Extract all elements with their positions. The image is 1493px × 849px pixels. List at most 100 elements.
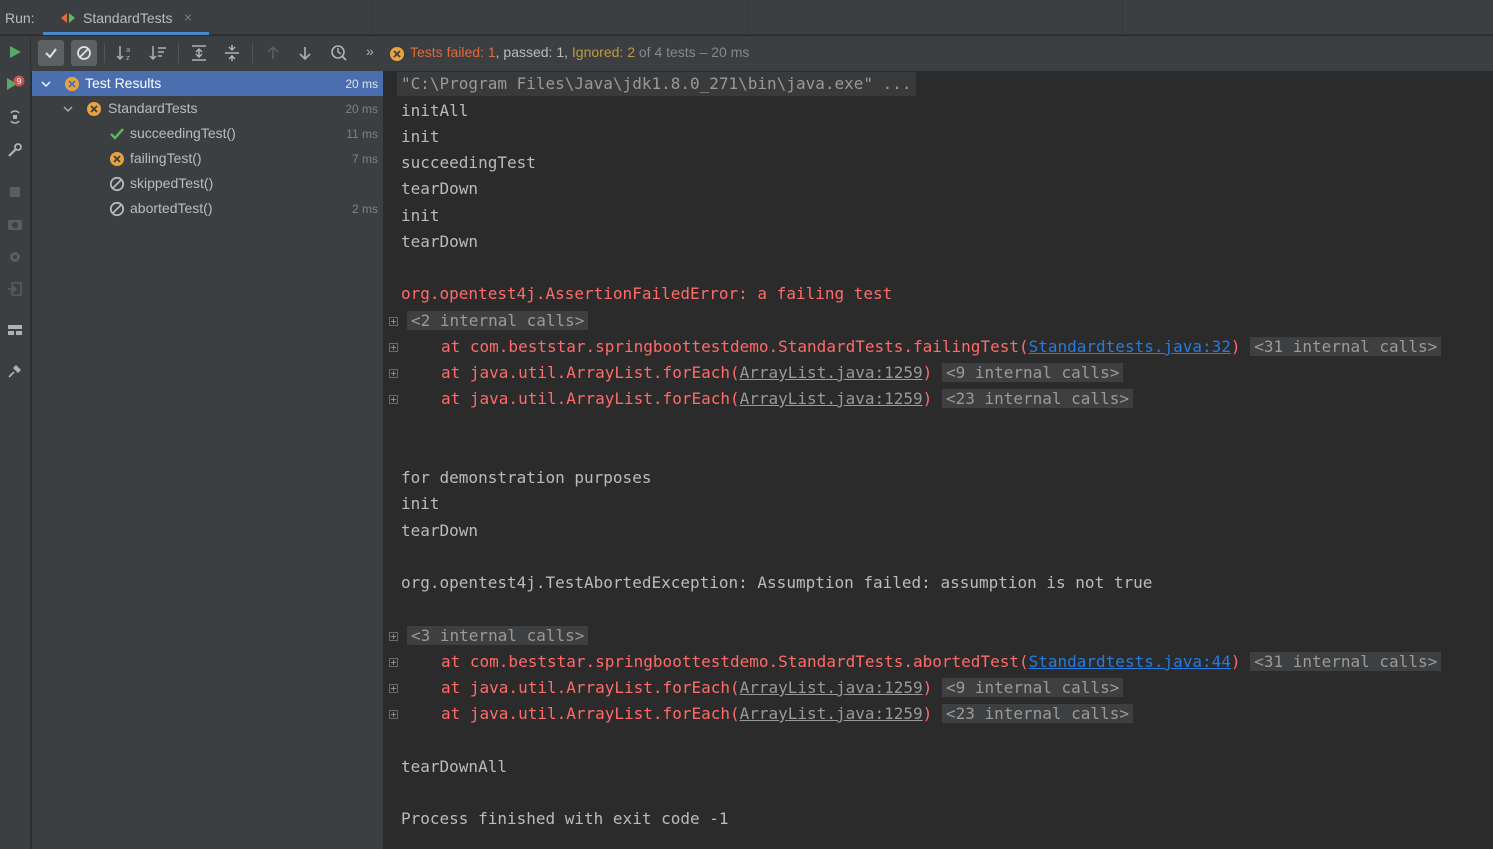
- expand-icon[interactable]: [389, 710, 398, 719]
- failed-status-icon: [390, 47, 404, 61]
- stop-icon[interactable]: [4, 181, 26, 203]
- previous-failed-test-button[interactable]: [260, 40, 286, 66]
- expand-icon[interactable]: [389, 317, 398, 326]
- stack-trace-line: at java.util.ArrayList.forEach(ArrayList…: [441, 387, 1133, 411]
- test-status-summary: Tests failed: 1, passed: 1, Ignored: 2 o…: [410, 44, 749, 60]
- check-icon: [45, 48, 57, 59]
- exception-line: org.opentest4j.TestAbortedException: Ass…: [401, 573, 1153, 592]
- test-runner-toolbar: az » Tests failed: 1, passed: 1, Ignored…: [31, 36, 1493, 71]
- chevron-down-icon[interactable]: [40, 78, 52, 90]
- failed-icon: [65, 77, 79, 91]
- junit-run-config-icon: [61, 13, 75, 23]
- exit-icon[interactable]: [4, 278, 26, 300]
- source-link[interactable]: Standardtests.java:44: [1029, 652, 1231, 671]
- pin-icon[interactable]: [4, 360, 26, 382]
- source-link[interactable]: Standardtests.java:32: [1029, 337, 1231, 356]
- console-line: tearDownAll: [401, 757, 507, 776]
- expand-all-button[interactable]: [186, 40, 212, 66]
- internal-calls-fold[interactable]: <3 internal calls>: [407, 624, 589, 648]
- internal-calls-fold[interactable]: <2 internal calls>: [407, 309, 589, 333]
- stack-frame: at java.util.ArrayList.forEach(: [441, 389, 740, 408]
- console-line: init: [401, 494, 440, 513]
- settings-icon[interactable]: [4, 139, 26, 161]
- failed-label: Tests failed:: [410, 44, 484, 60]
- tree-node-label: StandardTests: [108, 100, 198, 116]
- source-link[interactable]: ArrayList.java:1259: [740, 389, 923, 408]
- sort-alphabetically-button[interactable]: az: [112, 40, 138, 66]
- expand-icon[interactable]: [389, 684, 398, 693]
- toggle-auto-test-icon[interactable]: [4, 106, 26, 128]
- camera-icon[interactable]: [4, 213, 26, 235]
- expand-all-icon: [192, 45, 206, 61]
- tree-node-failing-test[interactable]: failingTest() 7 ms: [32, 146, 383, 171]
- stack-frame-close: ): [922, 389, 933, 408]
- internal-calls-label[interactable]: <31 internal calls>: [1250, 337, 1442, 356]
- tree-node-duration: 7 ms: [351, 152, 378, 166]
- status-comma: ,: [564, 44, 569, 60]
- tree-node-standard-tests[interactable]: StandardTests 20 ms: [32, 96, 383, 121]
- close-icon[interactable]: ×: [184, 9, 192, 25]
- collapse-all-button[interactable]: [219, 40, 245, 66]
- console-output[interactable]: "C:\Program Files\Java\jdk1.8.0_271\bin\…: [385, 71, 1493, 849]
- layout-icon[interactable]: [4, 319, 26, 341]
- source-link[interactable]: ArrayList.java:1259: [740, 678, 923, 697]
- internal-calls-label[interactable]: <23 internal calls>: [941, 389, 1133, 408]
- sort-duration-icon: [149, 46, 166, 61]
- tab-divider: [747, 0, 748, 35]
- internal-calls-label[interactable]: <23 internal calls>: [941, 704, 1133, 723]
- console-line: init: [401, 206, 440, 225]
- console-line: init: [401, 127, 440, 146]
- tree-node-label: abortedTest(): [130, 200, 213, 216]
- rerun-icon[interactable]: [4, 41, 26, 63]
- collapse-all-icon: [225, 45, 239, 61]
- tree-node-skipped-test[interactable]: skippedTest(): [32, 171, 383, 196]
- internal-calls-label[interactable]: <9 internal calls>: [941, 678, 1124, 697]
- console-line: tearDown: [401, 521, 479, 540]
- stack-frame-close: ): [1230, 652, 1241, 671]
- svg-text:a: a: [126, 46, 130, 54]
- expand-icon[interactable]: [389, 395, 398, 404]
- tree-node-duration: 11 ms: [346, 127, 378, 141]
- tree-node-succeeding-test[interactable]: succeedingTest() 11 ms: [32, 121, 383, 146]
- stack-frame: at java.util.ArrayList.forEach(: [441, 363, 740, 382]
- show-ignored-toggle[interactable]: [71, 40, 97, 66]
- arrow-down-icon: [299, 47, 311, 61]
- internal-calls-label[interactable]: <31 internal calls>: [1250, 652, 1442, 671]
- svg-text:9: 9: [16, 77, 21, 86]
- ignored-icon: [109, 201, 125, 217]
- show-passed-toggle[interactable]: [38, 40, 64, 66]
- tree-node-duration: 2 ms: [351, 202, 378, 216]
- internal-calls-label[interactable]: <3 internal calls>: [407, 626, 589, 645]
- stack-frame-close: ): [922, 363, 933, 382]
- tree-node-label: failingTest(): [130, 150, 202, 166]
- expand-icon[interactable]: [389, 369, 398, 378]
- tree-node-duration: 20 ms: [345, 102, 378, 116]
- command-line[interactable]: "C:\Program Files\Java\jdk1.8.0_271\bin\…: [397, 72, 916, 96]
- expand-icon[interactable]: [389, 343, 398, 352]
- stack-frame-close: ): [922, 704, 933, 723]
- expand-icon[interactable]: [389, 658, 398, 667]
- toolbar-separator: [252, 43, 253, 63]
- run-label: Run:: [5, 10, 35, 26]
- more-actions-icon[interactable]: »: [366, 43, 374, 59]
- rerun-failed-icon[interactable]: 9: [4, 73, 26, 95]
- source-link[interactable]: ArrayList.java:1259: [740, 704, 923, 723]
- active-tab-indicator: [43, 32, 209, 35]
- sort-by-duration-button[interactable]: [145, 40, 171, 66]
- failed-icon: [87, 102, 101, 116]
- tree-node-test-results[interactable]: Test Results 20 ms: [32, 71, 383, 96]
- passed-label: , passed:: [495, 44, 553, 60]
- toolbar-separator: [178, 43, 179, 63]
- expand-icon[interactable]: [389, 632, 398, 641]
- tree-node-aborted-test[interactable]: abortedTest() 2 ms: [32, 196, 383, 221]
- tab-standard-tests[interactable]: StandardTests ×: [43, 0, 209, 35]
- internal-calls-label[interactable]: <9 internal calls>: [941, 363, 1124, 382]
- internal-calls-label[interactable]: <2 internal calls>: [407, 311, 589, 330]
- ignored-icon: [77, 46, 91, 60]
- run-tool-window-header: Run: StandardTests ×: [0, 0, 1493, 35]
- gear-icon[interactable]: [4, 246, 26, 268]
- test-history-button[interactable]: [326, 40, 352, 66]
- next-failed-test-button[interactable]: [292, 40, 318, 66]
- source-link[interactable]: ArrayList.java:1259: [740, 363, 923, 382]
- chevron-down-icon[interactable]: [62, 103, 74, 115]
